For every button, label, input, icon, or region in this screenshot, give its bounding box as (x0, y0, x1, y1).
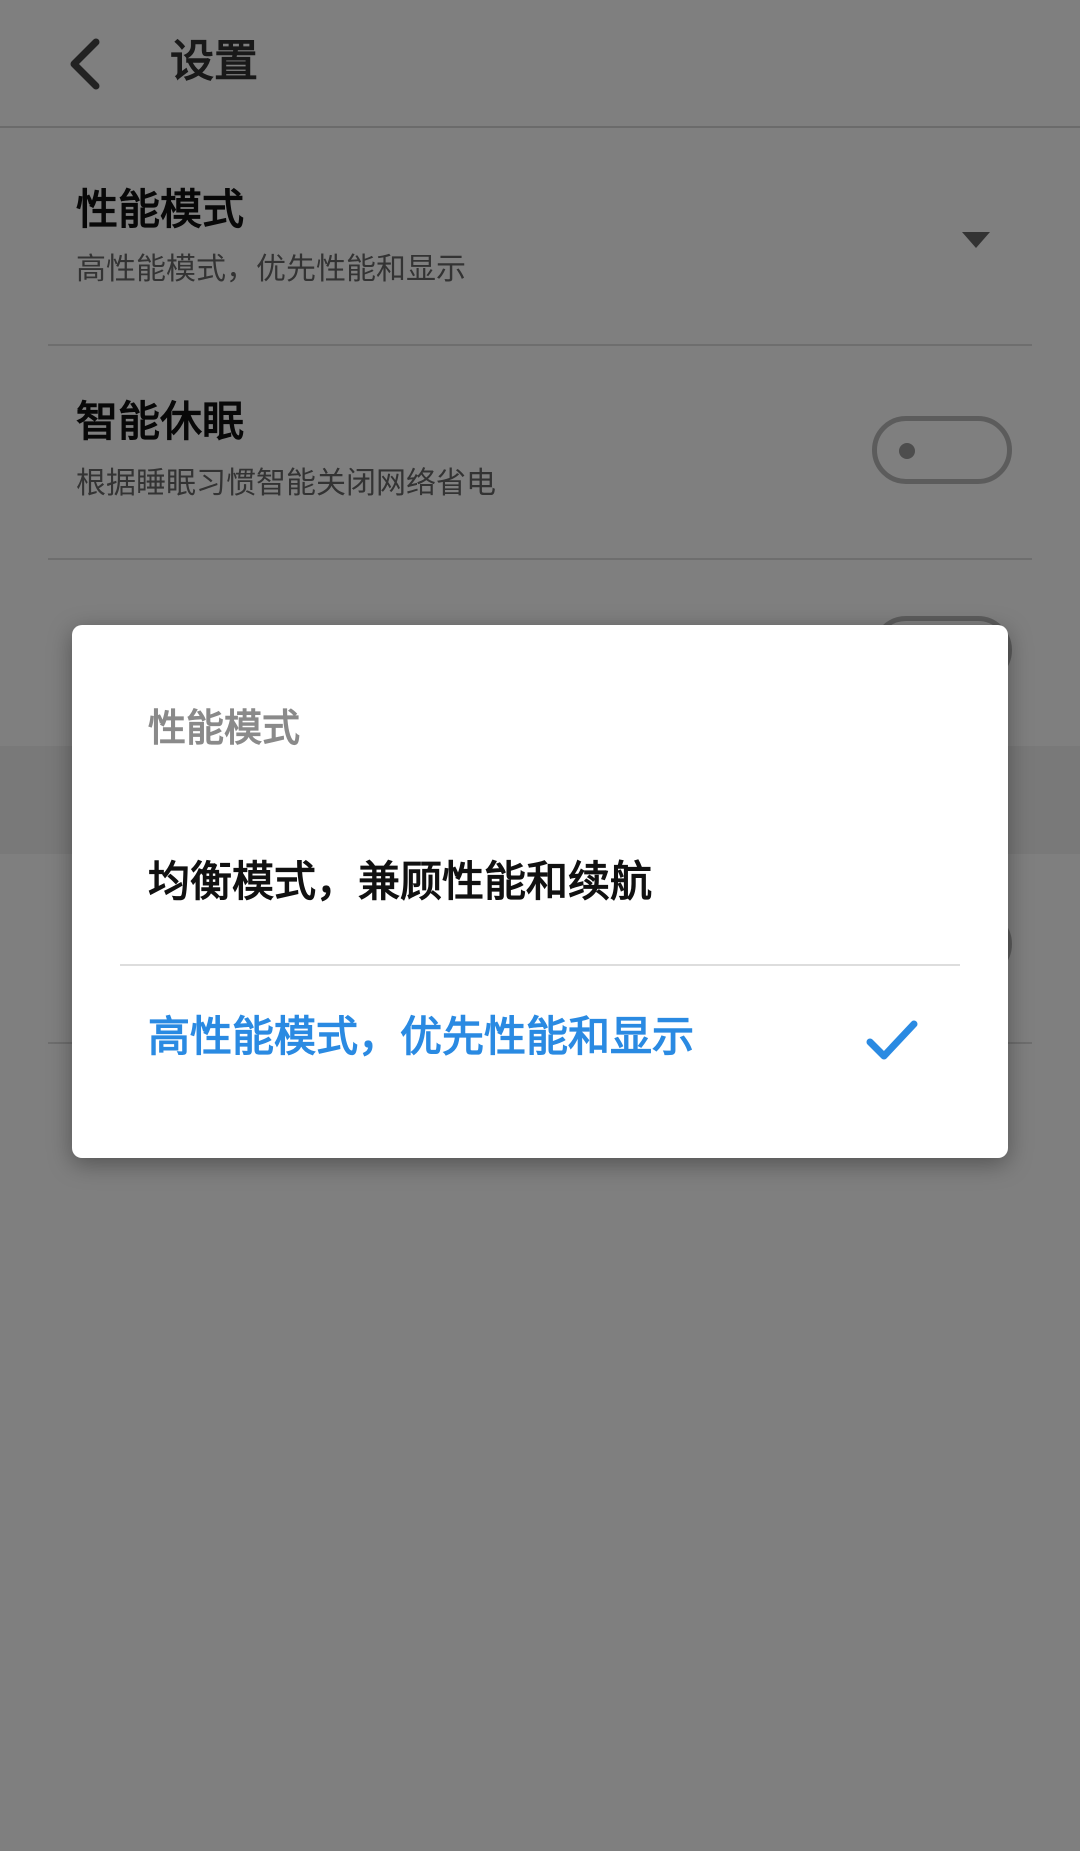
checkmark-icon (866, 1020, 918, 1060)
option-label: 高性能模式，优先性能和显示 (148, 1012, 695, 1061)
option-label: 均衡模式，兼顾性能和续航 (148, 857, 653, 906)
dialog-title: 性能模式 (148, 706, 301, 750)
performance-mode-dialog: 性能模式 均衡模式，兼顾性能和续航 高性能模式，优先性能和显示 (72, 625, 1008, 1158)
option-balanced-mode[interactable]: 均衡模式，兼顾性能和续航 (120, 811, 960, 961)
option-high-performance-mode[interactable]: 高性能模式，优先性能和显示 (120, 966, 960, 1116)
